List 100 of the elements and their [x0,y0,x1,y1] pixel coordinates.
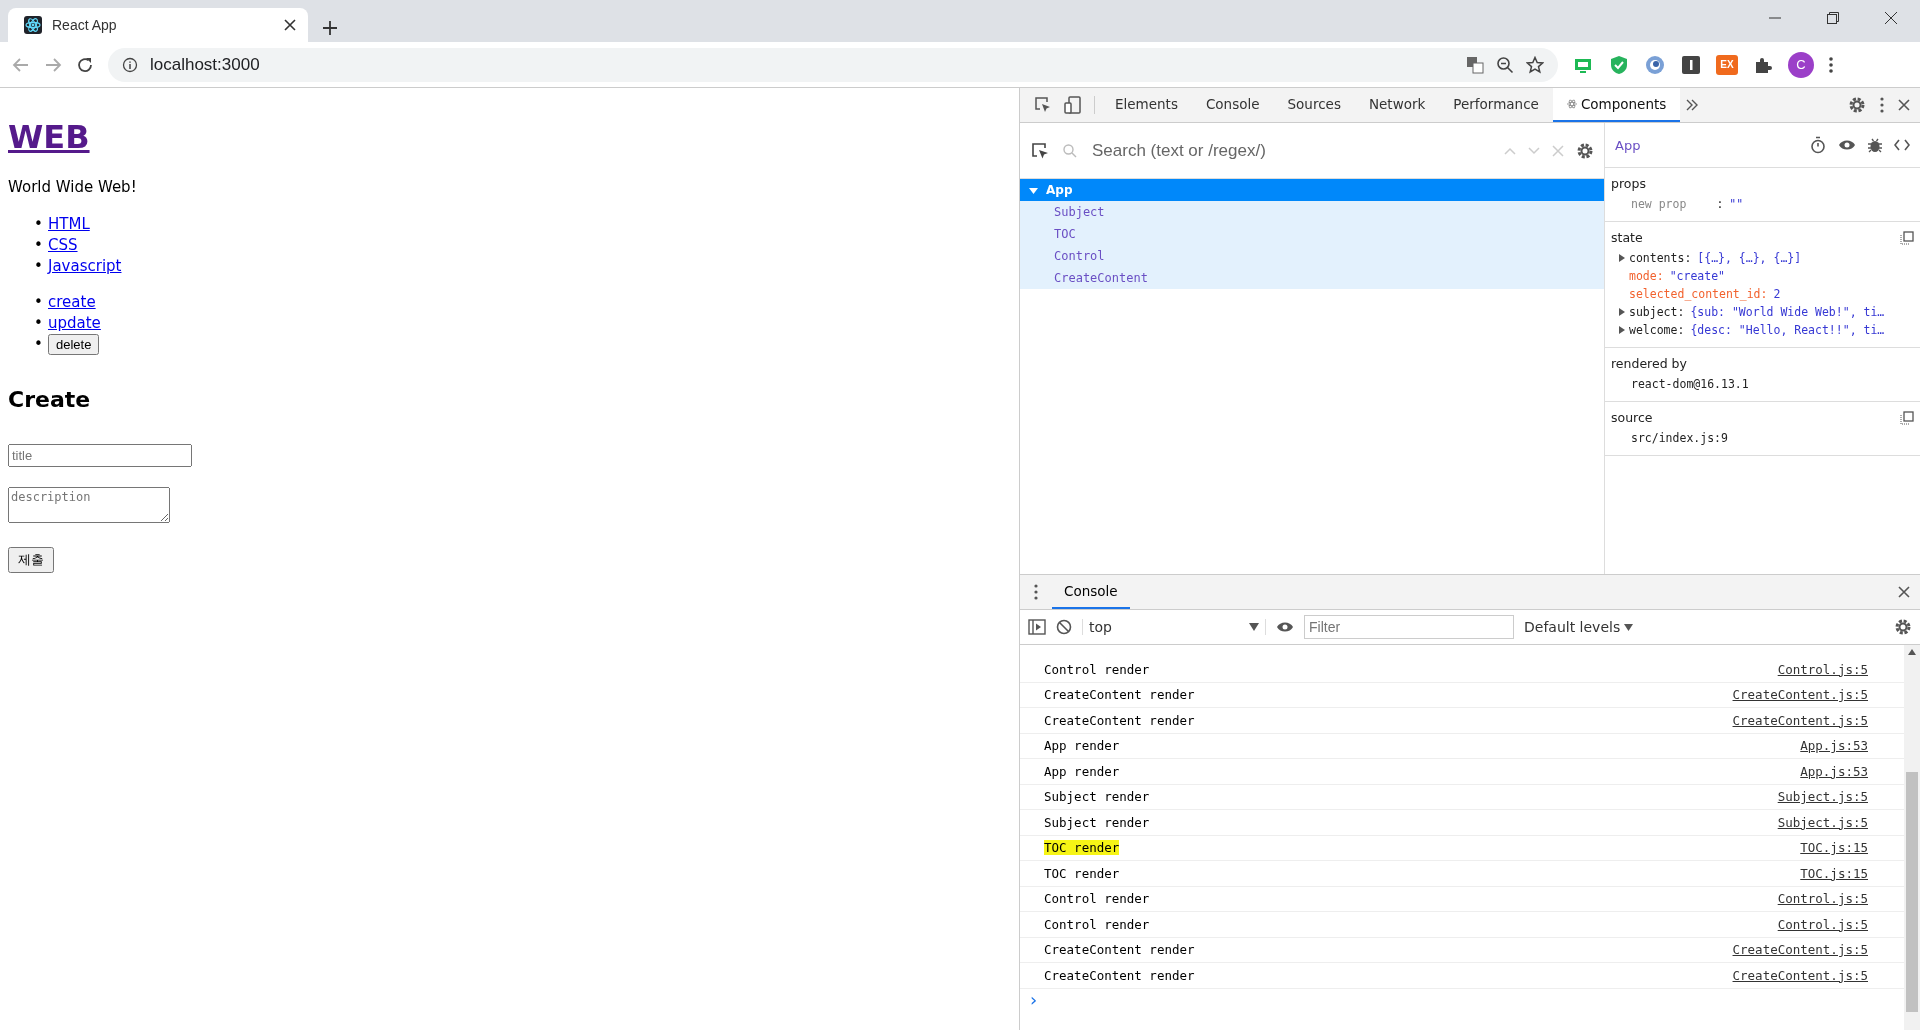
toc-link[interactable]: HTML [48,214,90,235]
state-key: subject: [1629,303,1685,321]
close-icon[interactable] [1898,99,1910,111]
expand-triangle-icon[interactable] [1619,326,1625,334]
description-field[interactable]: description [8,487,170,523]
dropdown-caret-icon [1249,623,1259,631]
select-element-icon[interactable] [1030,140,1050,161]
devtools-tab[interactable]: Sources [1273,88,1355,122]
restore-icon[interactable] [1827,12,1839,24]
filter-field[interactable]: Filter [1304,615,1514,639]
source-link[interactable]: TOC.js:15 [1800,865,1868,881]
source-link[interactable]: CreateContent.js:5 [1732,687,1868,703]
heading-link[interactable]: WEB [8,118,90,156]
sidebar-toggle-icon[interactable] [1028,619,1046,635]
search-field[interactable]: Search (text or /regex/) [1090,139,1492,162]
context-dropdown[interactable]: top [1082,619,1266,635]
stopwatch-icon[interactable] [1810,136,1826,154]
more-icon[interactable] [1828,55,1834,74]
source-link[interactable]: TOC.js:15 [1800,840,1868,856]
eye-icon[interactable] [1838,139,1856,151]
prompt-caret[interactable]: › [1020,988,1904,1010]
console-message: Control render [1044,661,1150,677]
prop-value: "" [1729,196,1744,213]
address-bar[interactable]: localhost:3000 [108,47,1558,82]
source-link[interactable]: CreateContent.js:5 [1732,942,1868,958]
reload-icon[interactable] [76,55,94,74]
new-prop-field[interactable]: new prop [1619,195,1687,213]
expand-triangle-icon[interactable] [1619,254,1625,262]
bullet: • [34,334,40,355]
state-key: contents: [1629,249,1692,267]
source-link[interactable]: CreateContent.js:5 [1732,712,1868,728]
code-icon[interactable] [1894,139,1910,151]
puzzle-icon[interactable] [1754,55,1772,74]
tree-item[interactable]: CreateContent [1020,267,1604,289]
browser-tab[interactable]: React App [8,8,308,42]
shield-icon[interactable] [1610,54,1628,75]
tree-item[interactable]: Subject [1020,201,1604,223]
section-title: state [1611,230,1643,245]
devtools-tab[interactable]: Components [1552,88,1681,122]
close-icon[interactable] [1898,586,1910,598]
console-tab[interactable]: Console [1052,575,1130,609]
close-icon[interactable] [1885,12,1897,24]
settings-icon[interactable] [1894,618,1912,636]
scroll-up-icon[interactable] [1908,649,1916,655]
source-link[interactable]: Subject.js:5 [1777,789,1868,805]
mode-link[interactable]: create [48,292,96,313]
settings-icon[interactable] [1576,141,1594,160]
scrollbar-thumb[interactable] [1906,772,1918,1012]
devtools-tab[interactable]: Elements [1101,88,1192,122]
renderer-version: react-dom@16.13.1 [1630,376,1750,393]
search-icon [1062,142,1078,159]
subtitle: World Wide Web! [8,178,138,196]
star-icon[interactable] [1526,55,1544,74]
expanded-triangle-icon[interactable] [1028,185,1038,195]
clear-console-icon[interactable] [1056,619,1072,635]
settings-icon[interactable] [1848,96,1866,114]
bullet: • [34,214,40,235]
profile-avatar[interactable]: C [1788,51,1814,78]
source-link[interactable]: App.js:53 [1800,763,1868,779]
console-message: TOC render [1044,840,1120,856]
orb-icon[interactable] [1645,54,1665,75]
source-link[interactable]: Subject.js:5 [1777,814,1868,830]
submit-button[interactable]: 제출 [8,547,54,573]
source-link[interactable]: Control.js:5 [1777,891,1868,907]
expand-triangle-icon[interactable] [1619,308,1625,316]
source-link[interactable]: Control.js:5 [1777,661,1868,677]
inspect-icon[interactable] [1034,96,1052,114]
levels-dropdown[interactable]: Default levels [1524,619,1634,635]
mode-link[interactable]: update [48,313,101,334]
zoom-out-icon[interactable] [1496,55,1514,74]
dark-square-icon[interactable] [1682,55,1700,74]
bug-icon[interactable] [1868,137,1882,153]
delete-button[interactable]: delete [48,334,100,355]
device-icon[interactable] [1064,96,1082,114]
close-icon[interactable] [284,19,296,31]
tree-item[interactable]: Control [1020,245,1604,267]
devtools-tab[interactable]: Console [1191,88,1274,122]
title-field[interactable]: title [8,444,192,467]
source-link[interactable]: Control.js:5 [1777,916,1868,932]
more-icon[interactable] [1880,97,1884,113]
bullet: • [34,235,40,256]
more-icon[interactable] [1034,584,1038,600]
overflow-chevron-icon[interactable] [1686,99,1699,111]
translate-icon[interactable] [1466,55,1484,74]
copy-icon[interactable] [1900,230,1914,245]
devtools-tab[interactable]: Performance [1439,88,1553,122]
copy-icon[interactable] [1900,410,1914,425]
new-tab-icon[interactable] [322,20,338,36]
tree-item[interactable]: TOC [1020,223,1604,245]
separator: : [1716,196,1724,213]
monitor-icon[interactable] [1574,56,1592,73]
source-link[interactable]: App.js:53 [1800,738,1868,754]
component-name: App [1615,137,1642,153]
eye-icon[interactable] [1276,621,1294,633]
toc-link[interactable]: CSS [48,235,78,256]
source-link[interactable]: CreateContent.js:5 [1732,967,1868,983]
state-key: selected_content_id: [1629,285,1768,303]
toc-link[interactable]: Javascript [48,256,122,277]
devtools-tab[interactable]: Network [1354,88,1440,122]
tree-item[interactable]: App [1020,179,1604,201]
